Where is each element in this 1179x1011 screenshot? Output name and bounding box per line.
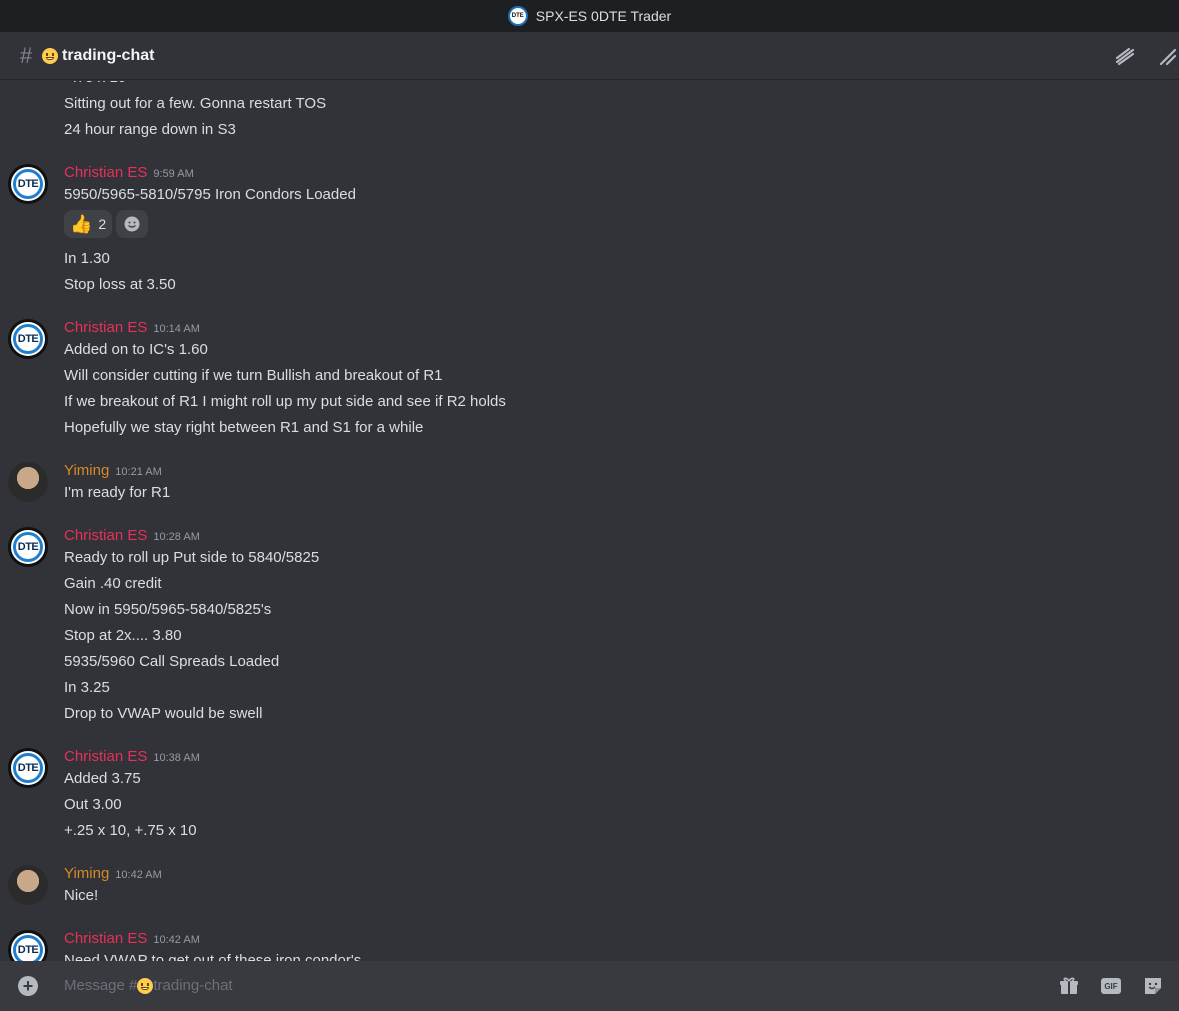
- author-name[interactable]: Christian ES: [64, 319, 147, 336]
- header-toolbar: [1113, 44, 1179, 68]
- author-name[interactable]: Christian ES: [64, 527, 147, 544]
- avatar[interactable]: [8, 462, 48, 502]
- smiley-icon: [124, 216, 140, 232]
- message-header: Christian ES 10:28 AM: [64, 527, 200, 544]
- avatar[interactable]: [8, 865, 48, 905]
- message-line: Gain .40 credit: [64, 575, 162, 592]
- upload-plus-button[interactable]: +: [18, 976, 38, 996]
- add-reaction-button[interactable]: [116, 210, 149, 238]
- message-timestamp: 9:59 AM: [153, 168, 194, 180]
- message-input[interactable]: [64, 974, 1028, 1000]
- message-list: +.75 x 10 Sitting out for a few. Gonna r…: [0, 81, 1179, 961]
- avatar[interactable]: DTE: [8, 527, 48, 567]
- message-line: Added 3.75: [64, 770, 141, 787]
- message-line: 5950/5965-5810/5795 Iron Condors Loaded: [64, 186, 356, 203]
- message-line: Out 3.00: [64, 796, 122, 813]
- message-line: 5935/5960 Call Spreads Loaded: [64, 653, 280, 670]
- message-line: I'm ready for R1: [64, 484, 171, 501]
- composer-toolbar: GIF: [1057, 974, 1165, 998]
- message-timestamp: 10:38 AM: [153, 752, 200, 764]
- message-line: Will consider cutting if we turn Bullish…: [64, 367, 443, 384]
- message-line: Stop at 2x.... 3.80: [64, 627, 182, 644]
- message-timestamp: 10:28 AM: [153, 531, 200, 543]
- message-timestamp: 10:42 AM: [153, 934, 200, 946]
- gift-icon[interactable]: [1057, 974, 1081, 998]
- window-titlebar: DTE SPX-ES 0DTE Trader: [0, 0, 1179, 32]
- channel-hash-icon: #: [20, 42, 33, 68]
- threads-icon[interactable]: [1113, 44, 1137, 68]
- channel-title: trading-chat: [62, 46, 155, 64]
- author-name[interactable]: Christian ES: [64, 930, 147, 947]
- message-header: Christian ES 10:38 AM: [64, 748, 200, 765]
- message-line: Sitting out for a few. Gonna restart TOS: [64, 95, 327, 112]
- message-timestamp: 10:21 AM: [115, 466, 162, 478]
- message-line: +.25 x 10, +.75 x 10: [64, 822, 197, 839]
- message-timestamp: 10:42 AM: [115, 869, 162, 881]
- message-header: Christian ES 9:59 AM: [64, 164, 194, 181]
- avatar[interactable]: DTE: [8, 164, 48, 204]
- message-line: If we breakout of R1 I might roll up my …: [64, 393, 506, 410]
- message-line: In 1.30: [64, 250, 110, 267]
- author-name[interactable]: Yiming: [64, 462, 109, 479]
- message-line: 24 hour range down in S3: [64, 121, 236, 138]
- message-timestamp: 10:14 AM: [153, 323, 200, 335]
- message-line: Nice!: [64, 887, 99, 904]
- reaction-bar: 👍 2: [64, 210, 149, 238]
- message-line: Hopefully we stay right between R1 and S…: [64, 419, 424, 436]
- mute-notifications-icon[interactable]: [1155, 44, 1179, 68]
- message-composer: + Message # trading-chat GIF: [0, 961, 1179, 1011]
- message-header: Yiming 10:42 AM: [64, 865, 162, 882]
- author-name[interactable]: Christian ES: [64, 748, 147, 765]
- sticker-icon[interactable]: [1141, 974, 1165, 998]
- message-line: Drop to VWAP would be swell: [64, 705, 263, 722]
- reaction-count: 2: [98, 216, 107, 232]
- window-title: SPX-ES 0DTE Trader: [535, 8, 672, 24]
- message-line: Ready to roll up Put side to 5840/5825: [64, 549, 320, 566]
- thumbs-up-icon: 👍: [70, 213, 93, 234]
- message-line: Added on to IC's 1.60: [64, 341, 208, 358]
- message-line: Need VWAP to get out of these iron condo…: [64, 952, 362, 961]
- message-line-partial: +.75 x 10: [64, 81, 126, 86]
- message-line: Now in 5950/5965-5840/5825's: [64, 601, 272, 618]
- author-name[interactable]: Yiming: [64, 865, 109, 882]
- message-line: In 3.25: [64, 679, 110, 696]
- message-header: Christian ES 10:42 AM: [64, 930, 200, 947]
- channel-header: # trading-chat: [0, 32, 1179, 80]
- author-name[interactable]: Christian ES: [64, 164, 147, 181]
- avatar[interactable]: DTE: [8, 930, 48, 961]
- reaction-thumbs-up[interactable]: 👍 2: [64, 210, 113, 238]
- grinning-emoji-icon: [42, 47, 58, 64]
- message-line: Stop loss at 3.50: [64, 276, 176, 293]
- message-header: Yiming 10:21 AM: [64, 462, 162, 479]
- gif-button[interactable]: GIF: [1101, 978, 1121, 994]
- avatar[interactable]: DTE: [8, 319, 48, 359]
- message-header: Christian ES 10:14 AM: [64, 319, 200, 336]
- avatar[interactable]: DTE: [8, 748, 48, 788]
- server-logo-icon: DTE: [507, 6, 528, 26]
